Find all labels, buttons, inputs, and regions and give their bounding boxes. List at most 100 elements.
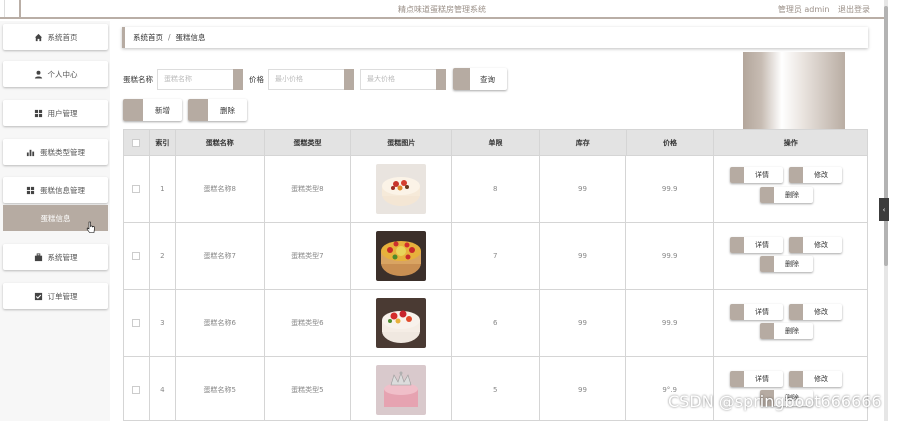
button-cap (730, 370, 745, 387)
right-margin (884, 0, 918, 421)
checkbox-icon (34, 292, 43, 301)
detail-button[interactable]: 详情 (730, 166, 784, 183)
row-name: 蛋糕名称7 (176, 223, 265, 289)
add-button-label: 新增 (155, 105, 170, 115)
detail-button-label: 详情 (755, 374, 770, 383)
row-actions: 详情 修改 删除 (714, 290, 867, 356)
price-label: 价格 (249, 74, 264, 84)
edit-button-label: 修改 (814, 374, 829, 383)
cake-name-label: 蛋糕名称 (123, 74, 153, 84)
row-name: 蛋糕名称5 (176, 357, 265, 420)
decorative-banner-image (743, 52, 845, 129)
sidebar-item-users[interactable]: 用户管理 (3, 100, 108, 126)
row-price: 99.9 (626, 290, 715, 356)
detail-button[interactable]: 详情 (730, 370, 784, 387)
top-bar: 精点味道蛋糕房管理系统 管理员 admin 退出登录 (0, 0, 884, 19)
row-name: 蛋糕名称8 (176, 156, 265, 222)
header-image: 蛋糕图片 (351, 130, 453, 155)
bulk-delete-button[interactable]: 删除 (188, 99, 247, 121)
row-index: 3 (150, 290, 176, 356)
edit-button[interactable]: 修改 (789, 303, 843, 320)
header-actions: 操作 (783, 138, 798, 147)
collapse-panel-button[interactable]: ‹ (879, 198, 889, 221)
search-button-label: 查询 (480, 74, 495, 84)
cake-name-input[interactable]: 蛋糕名称 (157, 68, 233, 90)
sidebar-item-orders[interactable]: 订单管理 (3, 283, 108, 309)
edit-button[interactable]: 修改 (789, 166, 843, 183)
row-price: 99.9 (626, 156, 715, 222)
action-bar: 新增 删除 (123, 99, 253, 121)
sidebar-item-home[interactable]: 系统首页 (3, 24, 108, 50)
row-checkbox[interactable] (132, 386, 141, 394)
button-cap (188, 99, 208, 121)
row-select (124, 223, 150, 289)
row-actions: 详情 修改 删除 (714, 357, 867, 420)
scrollbar-thumb[interactable] (884, 6, 888, 266)
button-cap (789, 236, 804, 253)
sidebar-item-cake-types[interactable]: 蛋糕类型管理 (3, 139, 108, 165)
row-stock: 99 (540, 357, 627, 420)
sidebar-item-label: 个人中心 (47, 69, 78, 79)
watermark-text: CSDN @springboot666666 (668, 392, 882, 411)
delete-button[interactable]: 删除 (760, 255, 814, 272)
delete-button-label: 删除 (785, 190, 800, 199)
add-button[interactable]: 新增 (123, 99, 182, 121)
button-cap (123, 99, 143, 121)
row-image-cell (351, 223, 452, 289)
row-checkbox[interactable] (132, 319, 141, 327)
edit-button-label: 修改 (814, 240, 829, 249)
header-price: 价格 (627, 130, 715, 155)
sidebar-item-system[interactable]: 系统管理 (3, 244, 108, 270)
main-content: 系统首页 / 蛋糕信息 蛋糕名称 蛋糕名称 价格 最小价格 最大价格 查询 新增… (110, 21, 884, 421)
row-type: 蛋糕类型5 (265, 357, 352, 420)
delete-button-label: 删除 (785, 259, 800, 268)
button-cap (760, 322, 775, 339)
row-limit: 8 (452, 156, 540, 222)
row-type: 蛋糕类型6 (265, 290, 352, 356)
row-select (124, 290, 150, 356)
select-all-checkbox[interactable] (132, 138, 141, 147)
pointer-cursor-icon (86, 221, 95, 233)
logout-link[interactable]: 退出登录 (838, 5, 870, 14)
briefcase-icon (34, 252, 43, 262)
header-select-all[interactable] (124, 130, 150, 155)
cake-image (376, 298, 427, 348)
min-price-input[interactable]: 最小价格 (268, 68, 344, 90)
detail-button[interactable]: 详情 (730, 303, 784, 320)
search-button[interactable]: 查询 (453, 68, 507, 90)
button-cap (760, 186, 775, 203)
sidebar-item-profile[interactable]: 个人中心 (3, 61, 108, 87)
row-image-cell (351, 290, 452, 356)
button-cap (789, 370, 804, 387)
bar-chart-icon (26, 148, 35, 157)
detail-button[interactable]: 详情 (730, 236, 784, 253)
edit-button[interactable]: 修改 (789, 236, 843, 253)
header-index: 索引 (150, 130, 176, 155)
user-icon (34, 70, 43, 79)
cake-image (376, 164, 427, 214)
row-name: 蛋糕名称6 (176, 290, 265, 356)
delete-button[interactable]: 删除 (760, 322, 814, 339)
max-price-input[interactable]: 最大价格 (360, 68, 436, 90)
grid-icon (34, 109, 43, 118)
detail-button-label: 详情 (755, 240, 770, 249)
table-row: 3 蛋糕名称6 蛋糕类型6 6 99 99.9 详情 修改 删除 (124, 289, 867, 356)
row-limit: 6 (452, 290, 540, 356)
sidebar-item-label: 系统首页 (47, 32, 78, 42)
breadcrumb-home[interactable]: 系统首页 (133, 32, 163, 43)
delete-button[interactable]: 删除 (760, 186, 814, 203)
sidebar-item-cake-info-mgmt[interactable]: 蛋糕信息管理 (3, 177, 108, 203)
button-cap (760, 255, 775, 272)
detail-button-label: 详情 (755, 170, 770, 179)
button-cap (789, 303, 804, 320)
row-checkbox[interactable] (132, 252, 141, 260)
edit-button[interactable]: 修改 (789, 370, 843, 387)
input-cap (344, 68, 354, 90)
sidebar-item-label: 蛋糕信息 (40, 213, 71, 223)
row-type: 蛋糕类型7 (265, 223, 352, 289)
row-index: 1 (150, 156, 176, 222)
row-image-cell (351, 357, 452, 420)
edit-button-label: 修改 (814, 170, 829, 179)
row-actions: 详情 修改 删除 (714, 156, 867, 222)
row-checkbox[interactable] (132, 185, 141, 193)
